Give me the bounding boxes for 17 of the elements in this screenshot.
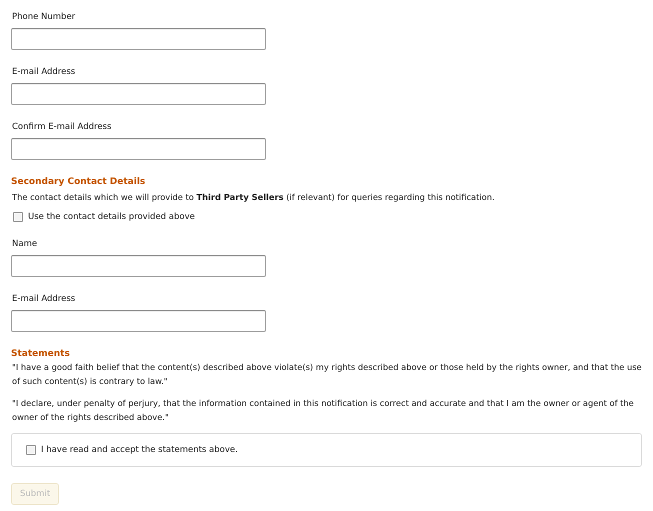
field-label: E-mail Address bbox=[12, 66, 76, 78]
input-field[interactable] bbox=[11, 138, 266, 160]
input-field[interactable] bbox=[11, 28, 266, 50]
section-heading: Statements bbox=[11, 348, 71, 360]
field-label: Name bbox=[12, 238, 38, 250]
input-field[interactable] bbox=[11, 83, 266, 105]
statement-text: "I have a good faith belief that the content(s) described above violate(s) my rights described above or those held by the rights owner, and that the use of such content(s) is contrary to law." bbox=[12, 361, 642, 388]
input-field[interactable] bbox=[11, 310, 266, 332]
input-field[interactable] bbox=[11, 255, 266, 277]
field-label: Phone Number bbox=[12, 11, 76, 23]
accept-checkbox[interactable]: I have read and accept the statements above. bbox=[26, 444, 238, 456]
field-label: Confirm E-mail Address bbox=[12, 121, 112, 133]
section-heading: Secondary Contact Details bbox=[11, 176, 146, 188]
field-label: E-mail Address bbox=[12, 293, 76, 305]
description-text: The contact details which we will provide to Third Party Sellers (if relevant) for queries regarding this notification. bbox=[12, 191, 496, 204]
statement-text: "I declare, under penalty of perjury, that the information contained in this notification is correct and accurate and that I am the owner or agent of the owner of the rights described above." bbox=[12, 397, 635, 424]
use-above-checkbox[interactable]: Use the contact details provided above bbox=[13, 211, 642, 223]
